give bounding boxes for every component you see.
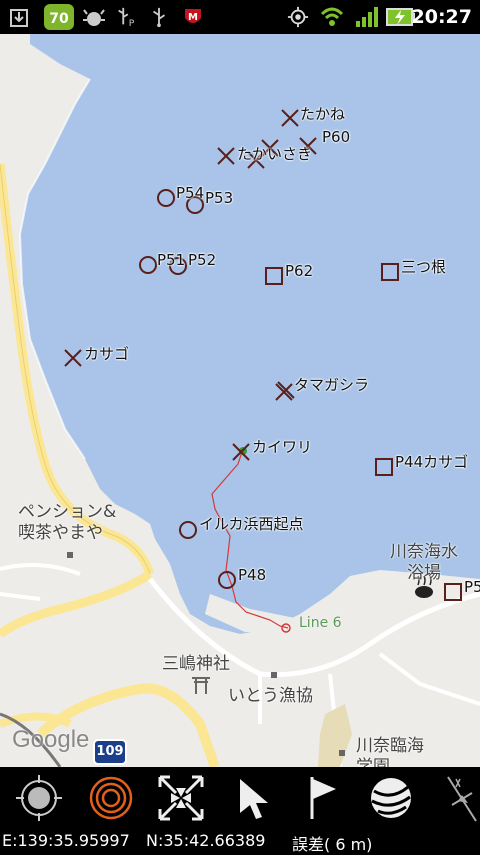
map-canvas [0,34,480,767]
place-label-onsen: 川奈海水 浴場 [384,542,464,584]
notification-badge-count: 70 [49,11,69,27]
globe-button[interactable] [366,773,416,823]
marker-label: タマガシラ [294,376,370,394]
marker-label: たかね [300,105,346,123]
north-coordinate: N:35:42.66389 [146,831,266,850]
place-label-line: 川奈臨海 [356,736,424,756]
download-icon [10,9,28,27]
sand-area [318,704,352,767]
mcafee-icon: M [185,9,201,23]
compass-rings-button[interactable] [86,773,136,823]
place-label-pension: ペンション& 喫茶やまや [18,502,116,544]
place-label-line: 浴場 [407,563,441,583]
poi-dot [271,672,277,678]
place-label-school: 川奈臨海 学園 [356,736,424,767]
marker-label: P51 [157,251,186,269]
map-view[interactable]: たかね たかいさき P60 P54 P53 P51 P52 P62 三つ根 カサ… [0,34,480,767]
usb-p-icon: P [118,7,135,28]
gps-icon [287,6,309,28]
marker-label: 三つ根 [401,258,447,276]
marker-label: たかいさき [237,145,313,163]
signal-icon [356,7,378,27]
coordinate-bar: E:139:35.95997 N:35:42.66389 誤差( 6 m) [0,829,480,854]
marker-label: P54 [176,184,205,202]
wifi-icon [320,7,344,26]
place-label-line: 喫茶やまや [18,523,103,543]
google-attribution: Google [12,726,90,753]
svg-text:M: M [188,12,198,23]
bottom-toolbar [0,767,480,829]
marker-label: カサゴ [84,345,130,363]
poi-dot [339,750,345,756]
accuracy-readout: 誤差( 6 m) [292,835,373,854]
marker-label: P5 [464,578,480,596]
marker-label: P62 [285,262,314,280]
place-label-shrine: 三嶋神社 [162,654,230,674]
marker-label: P44カサゴ [395,453,469,471]
my-location-button[interactable] [14,773,64,823]
usb-icon [152,7,166,28]
marker-label: イルカ浜西起点 [199,515,304,533]
fit-bounds-button[interactable] [156,773,206,823]
road-109 [0,570,153,638]
marker-label: P60 [322,128,351,146]
marker-label: P48 [238,566,267,584]
status-bar: 70 P M 20:27 [0,0,480,34]
marker-label: カイワリ [252,438,313,456]
place-label-line: ペンション& [18,502,117,522]
bug-icon [83,9,105,26]
torii-icon [192,677,210,694]
place-label-line: 学園 [356,757,390,767]
status-clock: 20:27 [411,6,472,28]
road-number-badge: 109 [93,739,127,765]
flag-waypoint-button[interactable] [298,773,348,823]
svg-text:P: P [129,18,135,28]
route-label: Line 6 [299,615,342,631]
local-road [0,563,81,601]
marker-label: P52 [188,251,217,269]
place-label-line: 川奈海水 [390,542,458,562]
marker-label: P53 [205,189,234,207]
notification-badge: 70 [44,4,74,30]
north-compass-button[interactable] [436,773,480,823]
place-label-fishery: いとう漁協 [228,686,313,706]
poi-dot [67,552,73,558]
navigate-arrow-button[interactable] [228,773,278,823]
east-coordinate: E:139:35.95997 [2,831,130,850]
